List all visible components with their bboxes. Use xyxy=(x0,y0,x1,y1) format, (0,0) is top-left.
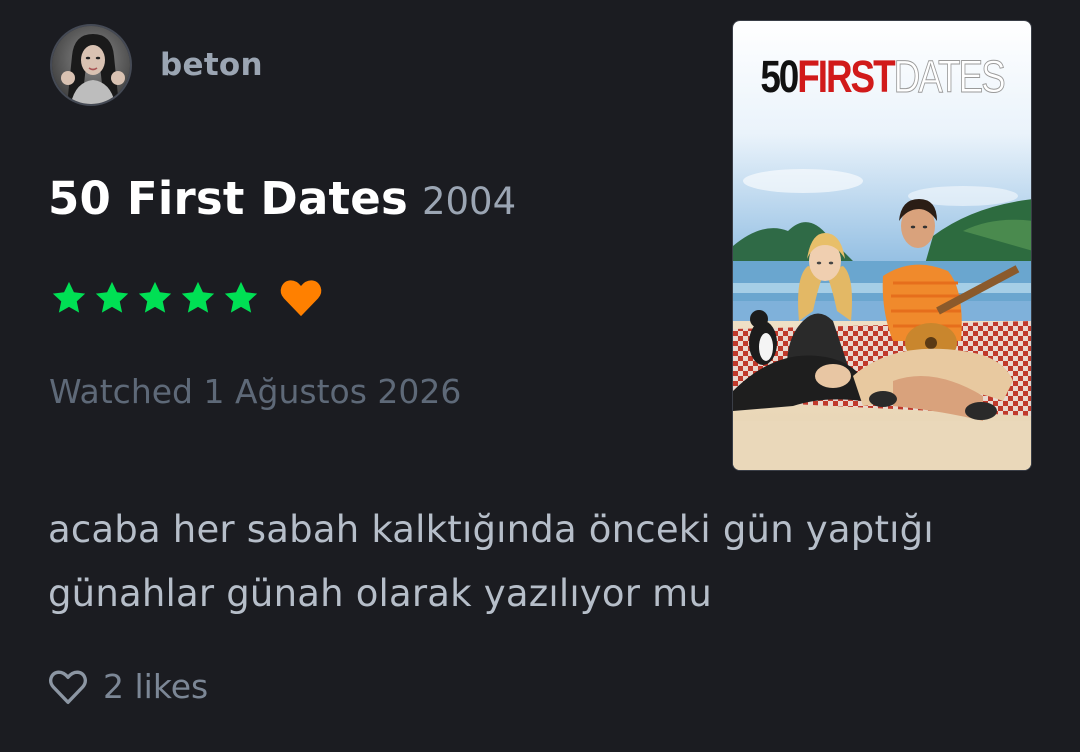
user-row[interactable]: beton xyxy=(50,22,263,108)
star-icon xyxy=(224,281,258,313)
star-icon xyxy=(181,281,215,313)
film-year[interactable]: 2004 xyxy=(422,180,516,223)
film-heading[interactable]: 50 First Dates 2004 xyxy=(48,172,516,225)
review-body: acaba her sabah kalktığında önceki gün y… xyxy=(48,498,1028,626)
heart-outline-icon[interactable] xyxy=(48,668,88,706)
film-title[interactable]: 50 First Dates xyxy=(48,172,408,225)
username[interactable]: beton xyxy=(160,47,263,83)
film-poster[interactable]: 50FIRSTDATES xyxy=(732,20,1032,471)
liked-heart-icon xyxy=(280,280,322,317)
star-icon xyxy=(95,281,129,313)
likes-row[interactable]: 2 likes xyxy=(48,667,208,706)
watched-date: Watched 1 Ağustos 2026 xyxy=(49,372,462,411)
avatar[interactable] xyxy=(50,24,132,106)
poster-title: 50FIRSTDATES xyxy=(760,51,1006,103)
rating-row xyxy=(50,278,323,318)
star-icon xyxy=(52,281,86,313)
review-line: acaba her sabah kalktığında önceki gün y… xyxy=(48,508,934,551)
review-line: günahlar günah olarak yazılıyor mu xyxy=(48,572,713,615)
likes-count[interactable]: 2 likes xyxy=(103,667,208,706)
star-icon xyxy=(138,281,172,313)
review-card: beton 50 First Dates 2004 Watched 1 Ağus… xyxy=(0,0,1080,752)
